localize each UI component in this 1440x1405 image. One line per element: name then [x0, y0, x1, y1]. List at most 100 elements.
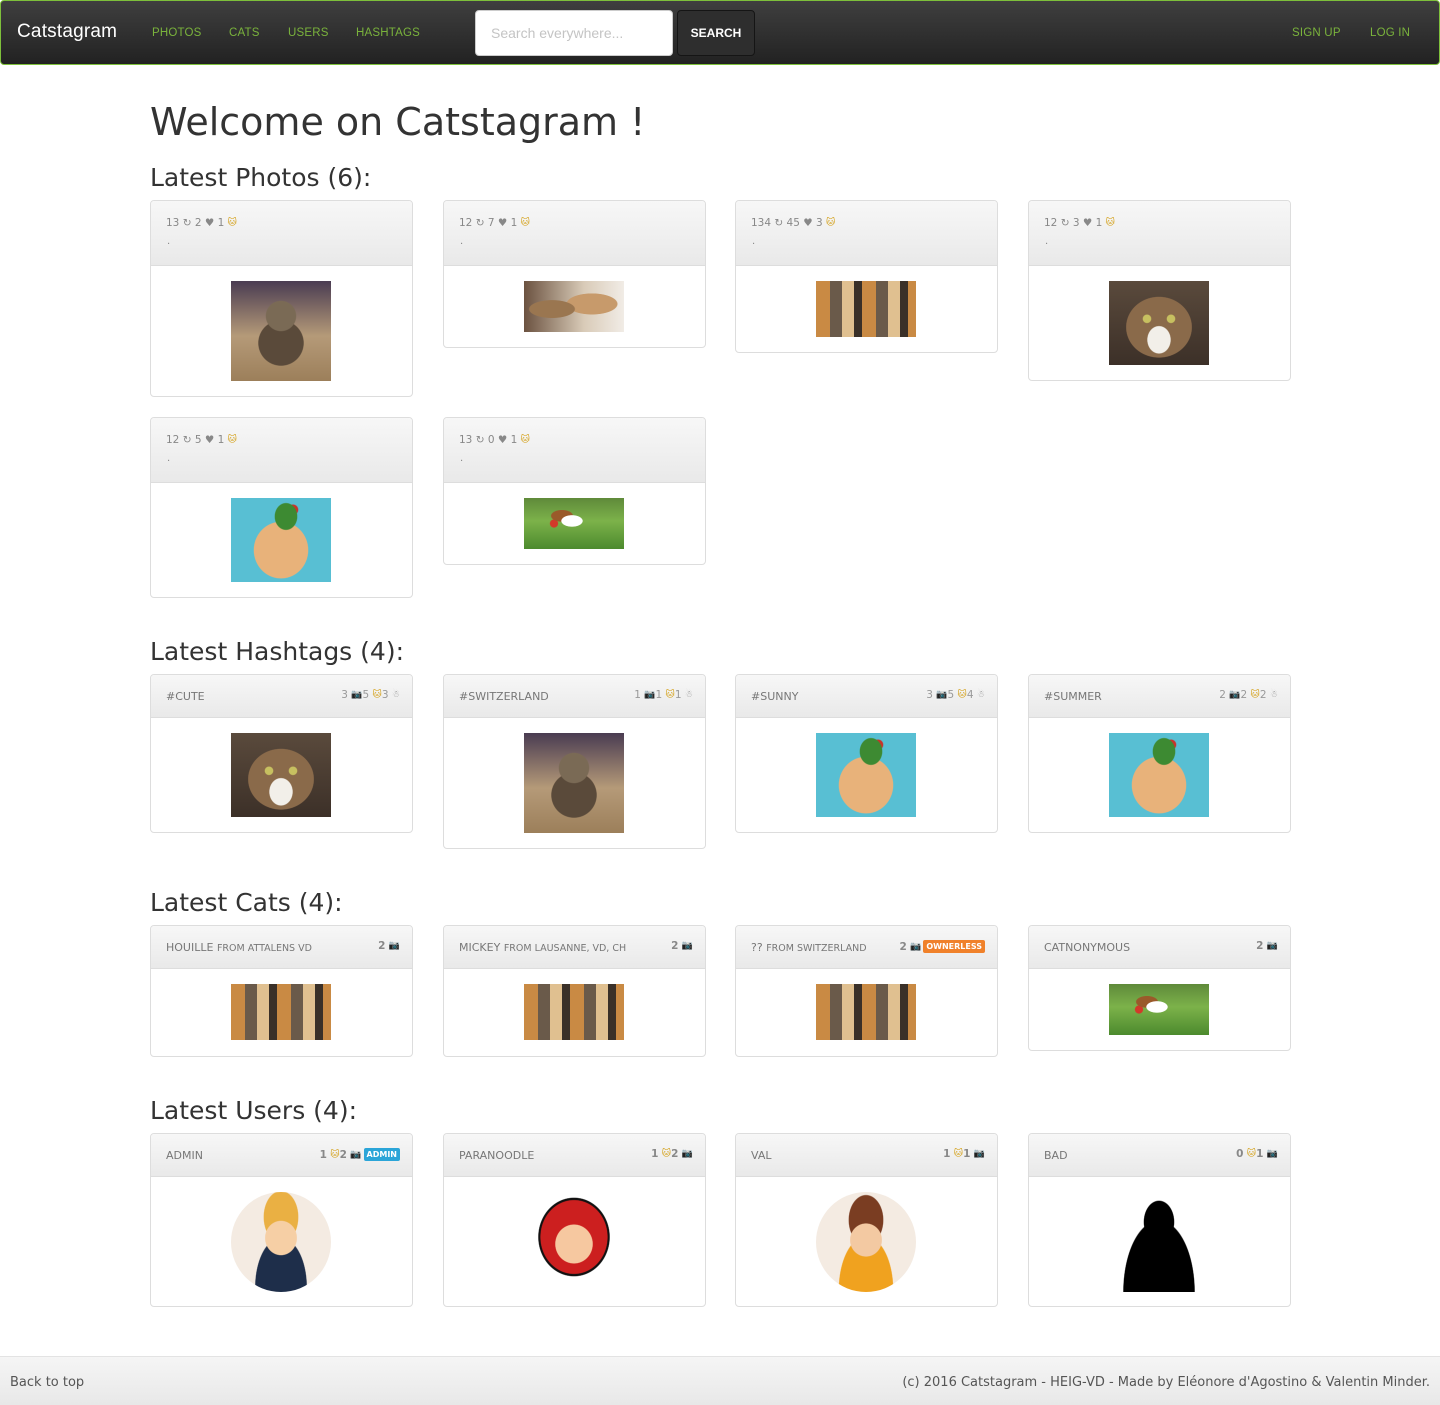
- tabby-cat-image[interactable]: [231, 733, 331, 817]
- cat-icon: 🐱: [957, 690, 967, 700]
- cat-group-image[interactable]: [816, 984, 916, 1040]
- young-man-avatar[interactable]: [816, 1192, 916, 1292]
- cat-card[interactable]: HOUILLE FROM ATTALENS VD 2 📷: [150, 925, 413, 1057]
- cat-photo-count: 2 📷 OWNERLESS: [899, 940, 985, 953]
- tabby-cat-image[interactable]: [1109, 281, 1209, 365]
- user-card[interactable]: ADMIN 1 🐱2 📷 ADMIN: [150, 1133, 413, 1307]
- photo-caption: .: [1045, 236, 1049, 247]
- photo-card-header: 12 ↻ 7 ♥ 1 🐱 .: [444, 201, 705, 266]
- hashtag-card-header: #SUMMER 2 📷2 🐱2 ☃: [1029, 675, 1290, 718]
- cat-with-hat-image[interactable]: [816, 733, 916, 817]
- photo-caption: .: [460, 453, 464, 464]
- nav-link-photos[interactable]: PHOTOS: [152, 27, 202, 39]
- cat-card[interactable]: MICKEY FROM LAUSANNE, VD, CH 2 📷: [443, 925, 706, 1057]
- hashtag-name[interactable]: #SWITZERLAND: [459, 690, 549, 703]
- cat-name[interactable]: ?? FROM SWITZERLAND: [751, 941, 867, 954]
- login-link[interactable]: LOG IN: [1370, 27, 1410, 39]
- cat-group-image[interactable]: [816, 281, 916, 337]
- cat-icon: 🐱: [953, 1149, 964, 1159]
- cat-card-header: ?? FROM SWITZERLAND 2 📷 OWNERLESS: [736, 926, 997, 969]
- hashtag-counts: 3 📷5 🐱3 ☃: [341, 689, 400, 701]
- camera-icon: 📷: [1266, 941, 1278, 951]
- cat-icon: 🐱: [520, 435, 531, 445]
- hashtag-card[interactable]: #SWITZERLAND 1 📷1 🐱1 ☃: [443, 674, 706, 849]
- cat-card[interactable]: CATNONYMOUS 2 📷: [1028, 925, 1291, 1051]
- signup-link[interactable]: SIGN UP: [1292, 27, 1341, 39]
- user-name[interactable]: BAD: [1044, 1149, 1068, 1162]
- photo-card[interactable]: 13 ↻ 2 ♥ 1 🐱 .: [150, 200, 413, 397]
- nav-link-users[interactable]: USERS: [288, 27, 329, 39]
- cat-name[interactable]: CATNONYMOUS: [1044, 941, 1130, 954]
- nav-link-cats[interactable]: CATS: [229, 27, 260, 39]
- businessman-avatar[interactable]: [231, 1192, 331, 1292]
- user-card-header: PARANOODLE 1 🐱2 📷: [444, 1134, 705, 1177]
- camera-icon: 📷: [351, 690, 363, 700]
- hashtag-card[interactable]: #SUMMER 2 📷2 🐱2 ☃: [1028, 674, 1291, 833]
- hashtag-name[interactable]: #SUNNY: [751, 690, 798, 703]
- photo-card[interactable]: 12 ↻ 7 ♥ 1 🐱 .: [443, 200, 706, 348]
- hashtag-counts: 2 📷2 🐱2 ☃: [1219, 689, 1278, 701]
- search-button[interactable]: SEARCH: [677, 10, 755, 56]
- photo-card[interactable]: 134 ↻ 45 ♥ 3 🐱 .: [735, 200, 998, 353]
- cat-with-hat-image[interactable]: [231, 498, 331, 582]
- hashtag-card[interactable]: #CUTE 3 📷5 🐱3 ☃: [150, 674, 413, 833]
- cat-icon: 🐱: [520, 218, 531, 228]
- search-input[interactable]: [475, 10, 673, 56]
- camera-icon: 📷: [681, 1149, 693, 1159]
- admin-badge: ADMIN: [363, 1148, 400, 1161]
- two-cats-image[interactable]: [524, 281, 624, 332]
- cat-icon: 🐱: [330, 1150, 340, 1160]
- photo-stats: 12 ↻ 7 ♥ 1 🐱: [459, 217, 531, 229]
- photo-card[interactable]: 13 ↻ 0 ♥ 1 🐱 .: [443, 417, 706, 565]
- cat-icon: 🐱: [1246, 1149, 1257, 1159]
- user-card[interactable]: BAD 0 🐱1 📷: [1028, 1133, 1291, 1307]
- cats-section-title: Latest Cats (4):: [150, 888, 343, 917]
- hashtag-card[interactable]: #SUNNY 3 📷5 🐱4 ☃: [735, 674, 998, 833]
- cat-card[interactable]: ?? FROM SWITZERLAND 2 📷 OWNERLESS: [735, 925, 998, 1057]
- photo-card[interactable]: 12 ↻ 5 ♥ 1 🐱 .: [150, 417, 413, 598]
- user-name[interactable]: ADMIN: [166, 1149, 203, 1162]
- user-icon: ☃: [684, 690, 693, 700]
- hashtag-card-header: #SWITZERLAND 1 📷1 🐱1 ☃: [444, 675, 705, 718]
- back-to-top-link[interactable]: Back to top: [10, 1375, 84, 1390]
- photo-card-header: 13 ↻ 2 ♥ 1 🐱 .: [151, 201, 412, 266]
- cat-name[interactable]: MICKEY FROM LAUSANNE, VD, CH: [459, 941, 626, 954]
- photo-caption: .: [752, 236, 756, 247]
- beagle-image[interactable]: [524, 498, 624, 549]
- camera-icon: 📷: [681, 941, 693, 951]
- nav-link-hashtags[interactable]: HASHTAGS: [356, 27, 420, 39]
- ownerless-badge: OWNERLESS: [923, 940, 985, 953]
- cat-icon: 🐱: [227, 218, 238, 228]
- footer: Back to top (c) 2016 Catstagram - HEIG-V…: [0, 1356, 1440, 1405]
- cat-icon: 🐱: [665, 690, 675, 700]
- kitten-bowtie-image[interactable]: [524, 733, 624, 833]
- hashtag-name[interactable]: #CUTE: [166, 690, 205, 703]
- top-navbar: Catstagram PHOTOS CATS USERS HASHTAGS SE…: [0, 0, 1440, 65]
- cat-with-hat-image[interactable]: [1109, 733, 1209, 817]
- user-card-header: ADMIN 1 🐱2 📷 ADMIN: [151, 1134, 412, 1177]
- cat-card-header: HOUILLE FROM ATTALENS VD 2 📷: [151, 926, 412, 969]
- red-hood-girl-avatar[interactable]: [524, 1192, 624, 1292]
- photo-card-header: 13 ↻ 0 ♥ 1 🐱 .: [444, 418, 705, 483]
- cat-group-image[interactable]: [231, 984, 331, 1040]
- cat-icon: 🐱: [1250, 690, 1260, 700]
- user-name[interactable]: PARANOODLE: [459, 1149, 534, 1162]
- user-card-header: BAD 0 🐱1 📷: [1029, 1134, 1290, 1177]
- cat-icon: 🐱: [227, 435, 238, 445]
- brand-logo[interactable]: Catstagram: [17, 21, 117, 43]
- user-card-header: VAL 1 🐱1 📷: [736, 1134, 997, 1177]
- hashtag-name[interactable]: #SUMMER: [1044, 690, 1102, 703]
- user-name[interactable]: VAL: [751, 1149, 771, 1162]
- silhouette-avatar[interactable]: [1109, 1192, 1209, 1292]
- photo-card[interactable]: 12 ↻ 3 ♥ 1 🐱 .: [1028, 200, 1291, 381]
- cat-group-image[interactable]: [524, 984, 624, 1040]
- user-card[interactable]: PARANOODLE 1 🐱2 📷: [443, 1133, 706, 1307]
- photo-stats: 12 ↻ 3 ♥ 1 🐱: [1044, 217, 1116, 229]
- cat-icon: 🐱: [826, 218, 836, 228]
- user-card[interactable]: VAL 1 🐱1 📷: [735, 1133, 998, 1307]
- photo-card-header: 134 ↻ 45 ♥ 3 🐱 .: [736, 201, 997, 266]
- cat-name[interactable]: HOUILLE FROM ATTALENS VD: [166, 941, 312, 954]
- beagle-image[interactable]: [1109, 984, 1209, 1035]
- cat-photo-count: 2 📷: [1256, 940, 1278, 952]
- kitten-bowtie-image[interactable]: [231, 281, 331, 381]
